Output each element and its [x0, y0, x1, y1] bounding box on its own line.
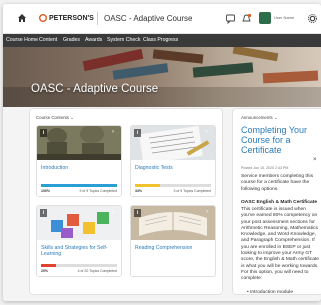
announcement-date: Posted Jun 15, 2020 2:43 PM [241, 166, 289, 170]
announcements-panel: Announcements ⌄ Completing Your Course f… [232, 108, 321, 295]
info-icon[interactable]: i [40, 209, 47, 217]
progress-fill [135, 184, 161, 187]
module-card-skills-strategies[interactable]: i › Skills and Strategies for Self-Learn… [36, 205, 122, 277]
progress-percent: 100% [41, 189, 50, 193]
course-navbar: Course Home Content Grades Awards System… [3, 34, 321, 47]
home-icon[interactable] [17, 13, 27, 23]
announcement-text: This certificate is issued when you've e… [241, 207, 320, 282]
expand-icon[interactable]: › [112, 129, 118, 135]
nav-awards[interactable]: Awards [85, 37, 102, 43]
progress-fill [41, 264, 57, 267]
announcement-text: Service members completing this course f… [241, 174, 314, 192]
brand-logo-icon [39, 14, 47, 22]
topics-count: 4 of 20 Topics Completed [77, 269, 117, 273]
avatar[interactable] [259, 12, 271, 24]
info-icon[interactable]: i [134, 209, 141, 217]
info-icon[interactable]: i [40, 129, 47, 137]
nav-class-progress[interactable]: Class Progress [143, 37, 178, 43]
user-name[interactable]: User Name [274, 15, 294, 20]
expand-icon[interactable]: › [112, 209, 118, 215]
top-bar: PETERSON'S OASC - Adaptive Course User N… [3, 4, 321, 34]
module-title[interactable]: Introduction [41, 165, 68, 171]
expand-icon[interactable]: › [206, 129, 212, 135]
announcement-title[interactable]: Completing Your Course for a Certificate [241, 125, 319, 155]
course-contents-panel: Course Contents ⌄ i › Introduction 100% … [29, 108, 223, 295]
progress-bar [41, 184, 117, 187]
topics-count: 3 of 9 Topics Completed [173, 189, 212, 193]
progress-bar [135, 184, 211, 187]
announcements-heading[interactable]: Announcements ⌄ [241, 115, 278, 121]
message-icon[interactable] [225, 13, 236, 24]
brand-name: PETERSON'S [49, 15, 94, 22]
divider [97, 12, 98, 25]
info-icon[interactable]: i [134, 129, 141, 137]
module-title[interactable]: Reading Comprehension [135, 245, 192, 251]
banner-title: OASC - Adaptive Course [31, 83, 159, 95]
soldiers-image [37, 126, 121, 160]
nav-course-home[interactable]: Course Home [6, 37, 38, 43]
list-item: • Introduction module [247, 290, 294, 295]
blocks-image [37, 206, 121, 240]
gear-icon[interactable] [307, 13, 318, 24]
banner-image [3, 47, 321, 107]
nav-grades[interactable]: Grades [63, 37, 80, 43]
course-banner: OASC - Adaptive Course [3, 47, 321, 107]
progress-percent: 20% [41, 269, 49, 273]
close-icon[interactable]: × [313, 157, 317, 163]
module-title[interactable]: Diagnostic Tests [135, 165, 173, 171]
topics-count: 9 of 9 Topics Completed [79, 189, 118, 193]
announcement-subheading: OASC English & Math Certificate [241, 200, 318, 205]
progress-fill [41, 184, 117, 187]
course-title[interactable]: OASC - Adaptive Course [104, 14, 192, 23]
book-image [131, 206, 215, 240]
module-card-reading-comprehension[interactable]: i › Reading Comprehension [130, 205, 216, 277]
expand-icon[interactable]: › [206, 209, 212, 215]
course-contents-heading[interactable]: Course Contents ⌄ [36, 115, 74, 121]
nav-system-check[interactable]: System Check [107, 37, 140, 43]
test-sheet-image [131, 126, 215, 160]
module-card-diagnostic-tests[interactable]: i › Diagnostic Tests 33% 3 of 9 Topics C… [130, 125, 216, 197]
module-title[interactable]: Skills and Strategies for Self-Learning [41, 245, 121, 257]
nav-content[interactable]: Content [39, 37, 57, 43]
notification-bell-icon[interactable] [241, 13, 252, 24]
progress-bar [41, 264, 117, 267]
progress-percent: 33% [135, 189, 143, 193]
module-card-introduction[interactable]: i › Introduction 100% 9 of 9 Topics Comp… [36, 125, 122, 197]
